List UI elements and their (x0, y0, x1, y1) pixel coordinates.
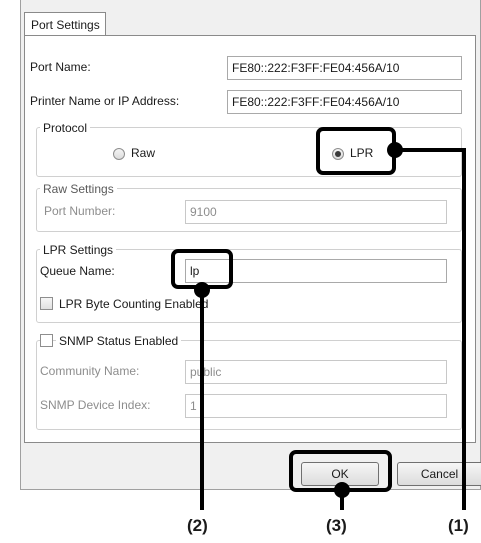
lpr-byte-counting-checkbox[interactable] (40, 297, 53, 310)
port-number-label: Port Number: (44, 204, 116, 218)
callout-3-number: (3) (326, 516, 347, 535)
tab-port-settings[interactable]: Port Settings (24, 12, 106, 36)
lpr-byte-counting-label[interactable]: LPR Byte Counting Enabled (59, 297, 208, 311)
community-name-field[interactable]: public (185, 360, 447, 384)
port-number-field[interactable]: 9100 (185, 200, 447, 224)
callout-box-lpr (316, 127, 396, 175)
port-name-label: Port Name: (30, 60, 91, 74)
snmp-status-label[interactable]: SNMP Status Enabled (56, 334, 182, 348)
callout-1-anchor-dot (387, 142, 403, 158)
protocol-legend: Protocol (40, 121, 91, 135)
callout-2-number: (2) (187, 516, 208, 535)
callout-1-number: (1) (448, 516, 469, 535)
raw-settings-legend: Raw Settings (40, 182, 117, 196)
lpr-settings-legend: LPR Settings (40, 243, 117, 257)
queue-name-label: Queue Name: (40, 264, 115, 278)
callout-2-anchor-dot (194, 282, 210, 298)
callout-1-leader-horizontal (396, 148, 466, 152)
snmp-device-index-label: SNMP Device Index: (40, 398, 151, 412)
raw-radio-label[interactable]: Raw (131, 146, 155, 160)
callout-1-leader-vertical (462, 148, 466, 510)
snmp-status-checkbox[interactable] (40, 334, 53, 347)
callout-2-leader (200, 289, 204, 510)
cancel-button[interactable]: Cancel (397, 462, 481, 486)
callout-3-anchor-dot (334, 482, 350, 498)
port-name-field[interactable]: FE80::222:F3FF:FE04:456A/10 (227, 56, 462, 80)
raw-radio[interactable] (113, 148, 125, 160)
printer-name-field[interactable]: FE80::222:F3FF:FE04:456A/10 (227, 90, 462, 114)
printer-name-label: Printer Name or IP Address: (30, 94, 180, 108)
snmp-device-index-field[interactable]: 1 (185, 394, 447, 418)
community-name-label: Community Name: (40, 364, 140, 378)
